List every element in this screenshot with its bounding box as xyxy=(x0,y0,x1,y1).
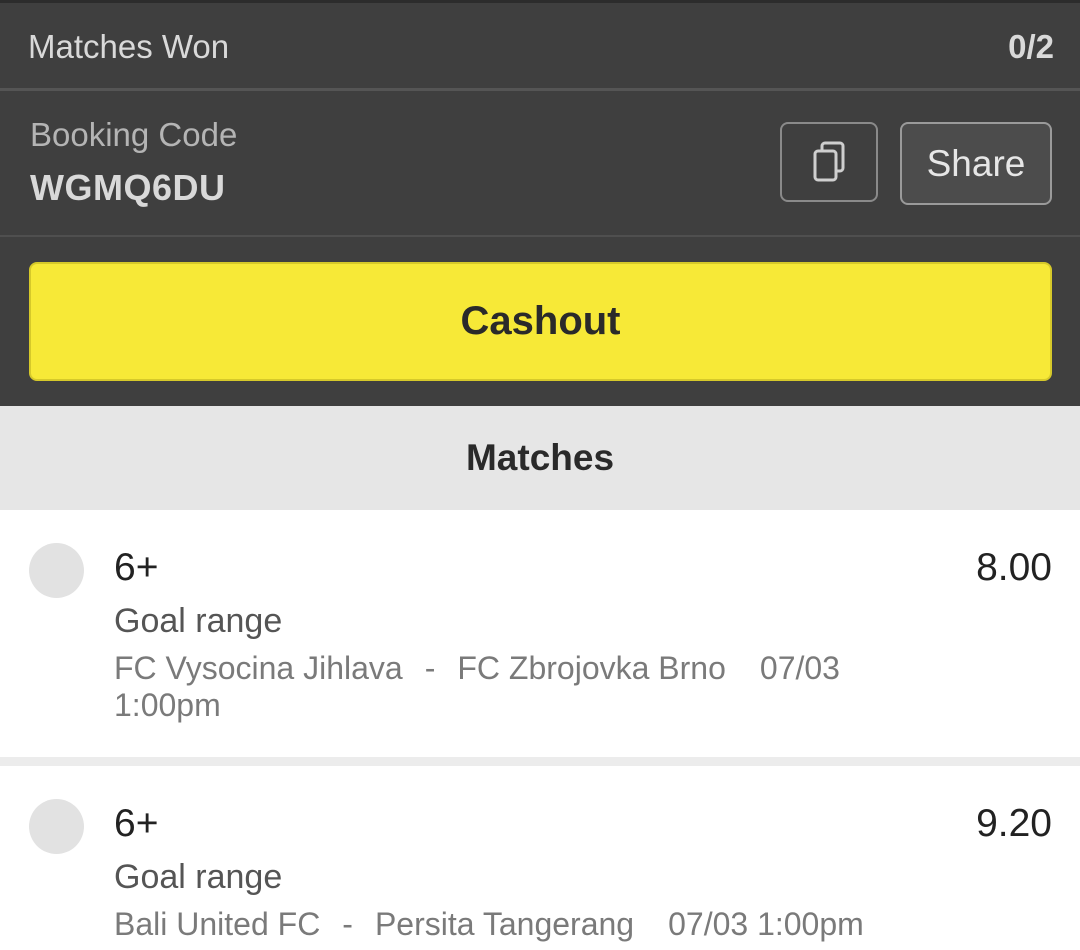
matches-section-header: Matches xyxy=(0,406,1080,510)
matches-won-label: Matches Won xyxy=(28,28,230,65)
away-team: Persita Tangerang xyxy=(374,906,635,942)
match-pick: 6+ xyxy=(114,546,159,589)
match-market: Goal range xyxy=(114,858,283,896)
home-team: Bali United FC xyxy=(114,906,321,942)
matches-section-title: Matches xyxy=(465,437,615,478)
match-fixture: FC Vysocina Jihlava - FC Zbrojovka Brno 07/… xyxy=(114,650,874,724)
booking-divider xyxy=(0,235,1080,237)
summary-divider xyxy=(0,88,1080,91)
away-team: FC Zbrojovka Brno xyxy=(457,650,726,686)
match-datetime: 07/03 1:00pm xyxy=(668,906,864,942)
match-card[interactable]: 6+ 9.20 Goal range Bali United FC - Persit… xyxy=(0,766,1080,950)
matches-won-count: 0/2 xyxy=(1008,28,1054,65)
match-odds: 9.20 xyxy=(976,802,1052,845)
match-pick: 6+ xyxy=(114,802,159,845)
cashout-button[interactable]: Cashout xyxy=(29,262,1052,381)
copy-booking-code-button[interactable] xyxy=(780,122,878,202)
matches-won-row: Matches Won 0/2 xyxy=(0,3,1080,88)
match-odds: 8.00 xyxy=(976,546,1052,589)
fixture-separator: - xyxy=(424,650,436,686)
booking-code-label: Booking Code xyxy=(30,116,238,153)
match-status-icon xyxy=(29,799,84,854)
fixture-separator: - xyxy=(342,906,353,942)
booking-code-value: WGMQ6DU xyxy=(30,167,226,208)
card-separator xyxy=(0,757,1080,766)
match-card[interactable]: 6+ 8.00 Goal range FC Vysocina Jihlava - F… xyxy=(0,510,1080,757)
share-button[interactable]: Share xyxy=(900,122,1052,205)
match-fixture: Bali United FC - Persita Tangerang 07/03 1:… xyxy=(114,906,1014,943)
match-market: Goal range xyxy=(114,602,283,640)
home-team: FC Vysocina Jihlava xyxy=(114,650,403,686)
copy-icon xyxy=(813,141,845,182)
match-status-icon xyxy=(29,543,84,598)
